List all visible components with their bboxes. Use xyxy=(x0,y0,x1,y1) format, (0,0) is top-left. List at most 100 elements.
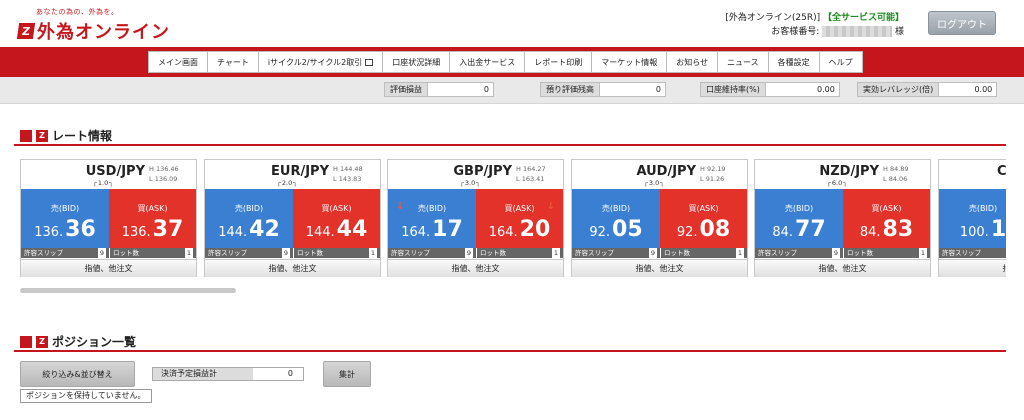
summary-value: 0.00 xyxy=(765,82,840,97)
bid-int: 100. xyxy=(959,225,989,240)
bid-label: 売(BID) xyxy=(234,204,264,213)
slip-value[interactable]: 9 xyxy=(464,248,473,258)
bid-int: 164. xyxy=(401,225,431,240)
bid-int: 84. xyxy=(772,225,794,240)
rate-card-nzdjpy: NZD/JPY H 84.89L 84.06 6.0 売(BID) 84.77 … xyxy=(754,159,931,277)
lot-label: ロット数 xyxy=(480,249,506,257)
bid-int: 92. xyxy=(589,225,611,240)
section-z-icon: Z xyxy=(36,129,48,142)
bid-button[interactable]: 売(BID) 84.77 xyxy=(755,189,843,248)
no-positions-message: ポジションを保持していません。 xyxy=(20,389,152,403)
nav-icycle[interactable]: iサイクル2/サイクル2取引 xyxy=(259,52,384,72)
ask-int: 92. xyxy=(676,225,698,240)
slip-label: 許容スリップ xyxy=(758,249,797,257)
slip-value[interactable]: 9 xyxy=(831,248,840,258)
aggregate-button[interactable]: 集計 xyxy=(323,361,371,387)
bid-frac: 42 xyxy=(249,217,280,242)
ask-frac: 08 xyxy=(699,217,731,242)
lot-value[interactable]: 1 xyxy=(918,248,927,258)
summary-value: 0 xyxy=(428,82,494,97)
nav-menu: メイン画面 チャート iサイクル2/サイクル2取引 口座状況詳細 入出金サービス… xyxy=(148,51,863,73)
bid-button[interactable]: 売(BID) 100.1 xyxy=(939,189,1006,248)
bid-button[interactable]: ↓ 売(BID) 164.17 xyxy=(388,189,476,248)
ask-int: 136. xyxy=(121,225,151,240)
ask-frac: 37 xyxy=(152,217,184,242)
low-value: L 143.83 xyxy=(333,175,362,183)
nav-deposit-withdraw[interactable]: 入出金サービス xyxy=(450,52,526,72)
lot-value[interactable]: 1 xyxy=(551,248,560,258)
low-value: L 136.09 xyxy=(149,175,178,183)
nav-main[interactable]: メイン画面 xyxy=(149,52,208,72)
ask-button[interactable]: 買(ASK) 136.37 xyxy=(109,189,196,248)
lot-value[interactable]: 1 xyxy=(735,248,744,258)
slip-value[interactable]: 9 xyxy=(648,248,657,258)
bid-int: 144. xyxy=(218,225,248,240)
pair-name: GBP/JPY xyxy=(453,164,512,179)
summary-balance: 預り評価残高 0 xyxy=(540,82,666,97)
rate-cards: USD/JPY H 136.46 L 136.09 1.0 売(BID) 136.… xyxy=(20,159,1006,281)
order-button[interactable]: 指値、他注文 xyxy=(205,259,380,277)
account-number-masked xyxy=(822,26,893,37)
section-divider xyxy=(14,350,1006,352)
lot-value[interactable]: 1 xyxy=(184,248,193,258)
high-value: H 144.48 xyxy=(333,165,363,173)
bid-button[interactable]: 売(BID) 136.36 xyxy=(21,189,109,248)
spread-value: 3.0 xyxy=(644,179,664,187)
bid-frac: 05 xyxy=(612,217,643,242)
ask-button[interactable]: 買(ASK) 84.83 xyxy=(843,189,930,248)
ask-label: 買(ASK) xyxy=(137,204,168,213)
rate-card-gbpjpy: GBP/JPY H 164.27 L 163.41 3.0 ↓ 売(BID) 16… xyxy=(387,159,564,277)
nav-chart[interactable]: チャート xyxy=(208,52,259,72)
high-value: H 92.19 xyxy=(700,165,726,173)
summary-label: 評価損益 xyxy=(384,82,428,97)
logo-tagline: あなたの為の、外為を。 xyxy=(36,8,119,16)
bid-button[interactable]: 売(BID) 92.05 xyxy=(572,189,660,248)
high-low: H 136.46 L 136.09 xyxy=(149,164,179,184)
ask-button[interactable]: ↓ 買(ASK) 164.20 xyxy=(476,189,563,248)
order-button[interactable]: 指値、他注文 xyxy=(939,259,1006,277)
slip-label: 許容スリップ xyxy=(24,249,63,257)
spread-value: 2.0 xyxy=(277,179,297,187)
positions-title: ポジション一覧 xyxy=(52,335,137,349)
bid-button[interactable]: 売(BID) 144.42 xyxy=(205,189,293,248)
planned-pl-total: 決済予定損益計 0 xyxy=(152,367,304,381)
logo[interactable]: あなたの為の、外為を。 Z 外為オンライン xyxy=(16,7,170,44)
filter-sort-button[interactable]: 絞り込み&並び替え xyxy=(20,361,135,387)
nav-notices[interactable]: お知らせ xyxy=(667,52,719,72)
slip-value[interactable]: 9 xyxy=(97,248,106,258)
lot-value[interactable]: 1 xyxy=(368,248,377,258)
rate-card-eurjpy: EUR/JPY H 144.48 L 143.83 2.0 売(BID) 144.… xyxy=(204,159,381,277)
nav-account-status[interactable]: 口座状況詳細 xyxy=(383,52,451,72)
slip-value[interactable]: 9 xyxy=(281,248,290,258)
logout-button[interactable]: ログアウト xyxy=(928,11,996,35)
account-suffix: 様 xyxy=(894,27,904,37)
ask-button[interactable]: 買(ASK) 144.44 xyxy=(293,189,380,248)
slip-label: 許容スリップ xyxy=(208,249,247,257)
order-button[interactable]: 指値、他注文 xyxy=(388,259,563,277)
ask-button[interactable]: 買(ASK) 92.08 xyxy=(660,189,747,248)
section-z-icon: Z xyxy=(36,335,48,348)
ask-label: 買(ASK) xyxy=(321,204,352,213)
nav-report-print[interactable]: レポート印刷 xyxy=(525,52,593,72)
spread-value: 6.0 xyxy=(827,179,847,187)
summary-label: 口座維持率(%) xyxy=(700,82,766,97)
rates-section-title: Z レート情報 xyxy=(20,127,112,144)
summary-label: 実効レバレッジ(倍) xyxy=(857,82,940,97)
card-meta: 許容スリップ 9 ロット数 1 xyxy=(21,248,196,258)
card-meta: 許容スリップ 9 ロット数 1 xyxy=(755,248,930,258)
order-button[interactable]: 指値、他注文 xyxy=(572,259,747,277)
bid-frac: 1 xyxy=(990,217,1006,242)
rate-cards-scrollbar[interactable] xyxy=(20,288,236,293)
service-status: 【全サービス可能】 xyxy=(822,13,904,23)
rate-card-audjpy: AUD/JPY H 92.19L 91.26 3.0 売(BID) 92.05 … xyxy=(571,159,748,277)
card-meta: 許容スリップ 9 ロット数 1 xyxy=(205,248,380,258)
nav-help[interactable]: ヘルプ xyxy=(820,52,862,72)
order-button[interactable]: 指値、他注文 xyxy=(755,259,930,277)
nav-market-info[interactable]: マーケット情報 xyxy=(592,52,668,72)
pair-name: EUR/JPY xyxy=(271,164,329,179)
high-value: H 136.46 xyxy=(149,165,179,173)
nav-settings[interactable]: 各種設定 xyxy=(769,52,820,72)
nav-news[interactable]: ニュース xyxy=(718,52,769,72)
order-button[interactable]: 指値、他注文 xyxy=(21,259,196,277)
summary-leverage: 実効レバレッジ(倍) 0.00 xyxy=(857,82,998,97)
